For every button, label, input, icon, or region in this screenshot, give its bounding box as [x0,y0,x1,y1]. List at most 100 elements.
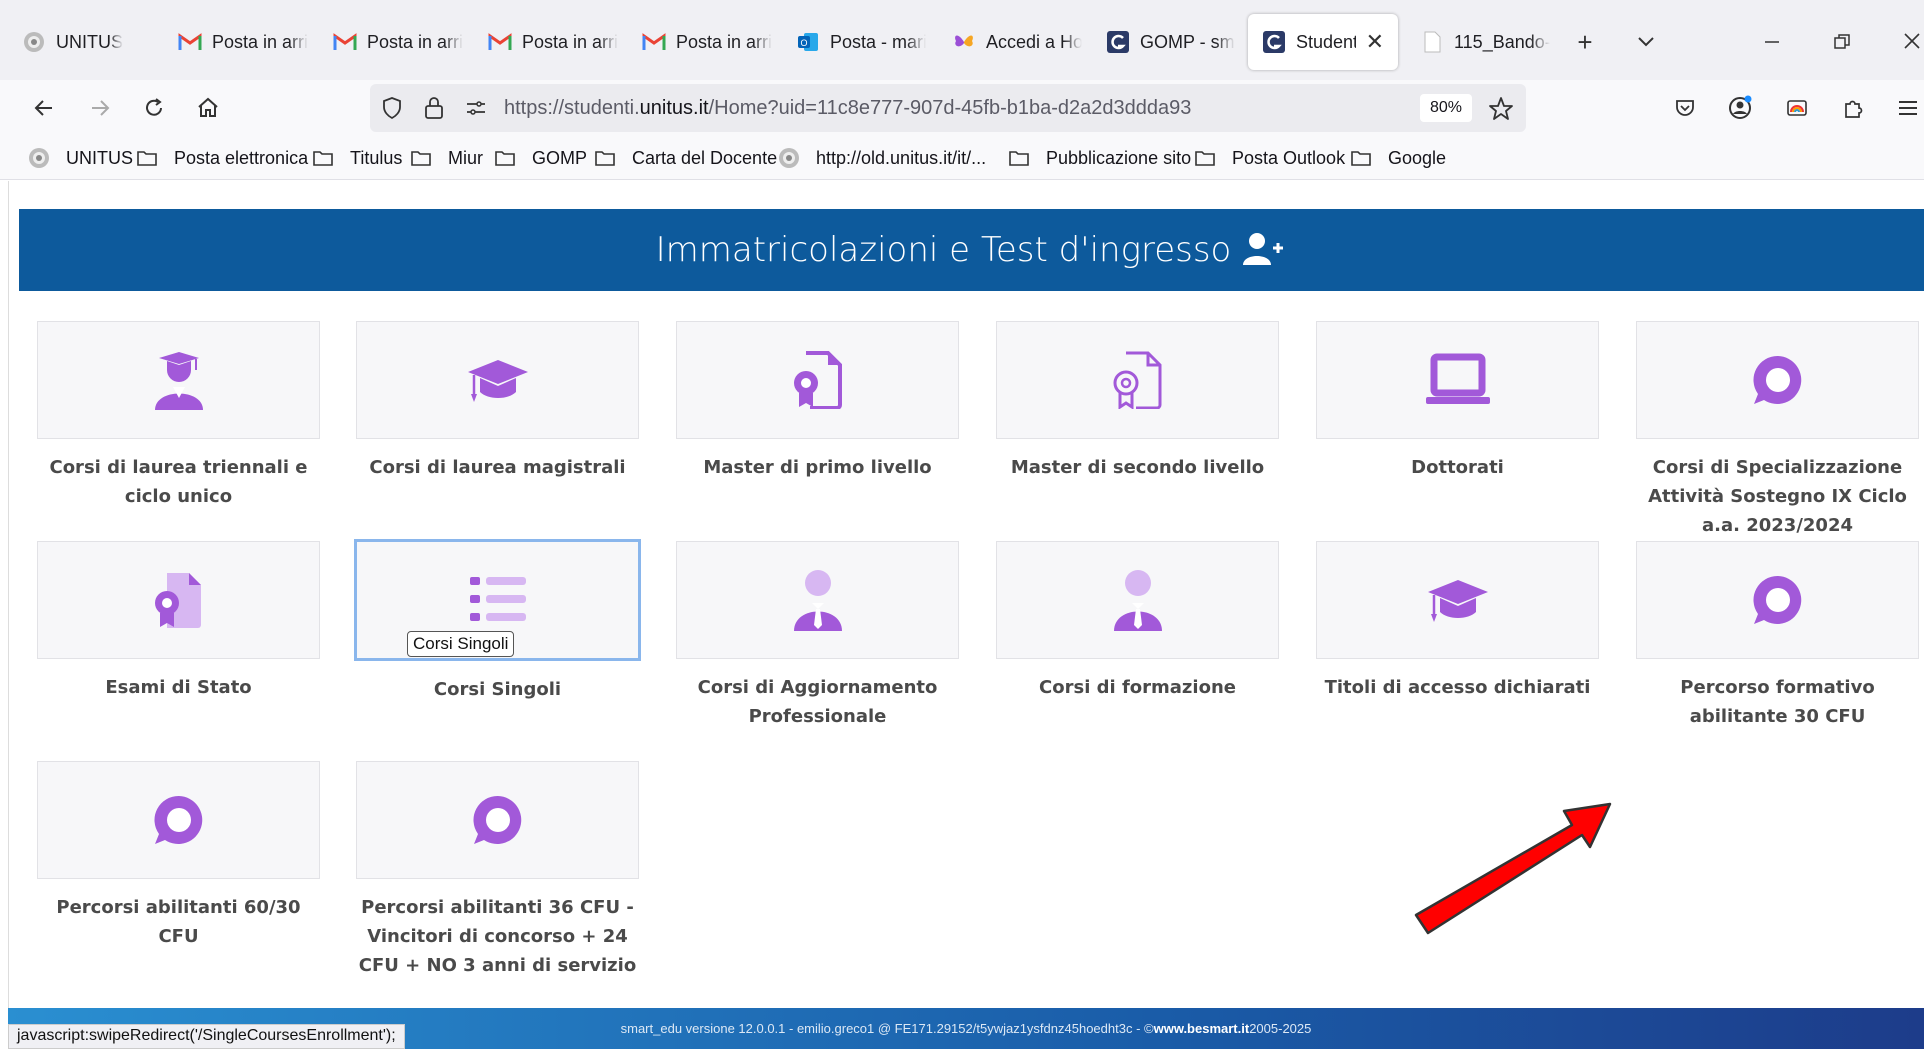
card-icon-tile[interactable] [1636,321,1919,439]
tab-4[interactable]: Posta in arri [488,14,618,70]
enrollment-card[interactable]: Corsi di laurea triennali e ciclo unico [37,321,320,511]
card-label[interactable]: Master di secondo livello [996,453,1279,482]
card-label[interactable]: Master di primo livello [676,453,959,482]
footer-years: 2005-2025 [1249,1021,1312,1036]
bookmark-item[interactable]: Posta elettronica [136,146,308,170]
bookmark-item[interactable]: Posta Outlook [1194,146,1345,170]
card-icon-tile[interactable] [37,541,320,659]
card-icon-tile[interactable] [996,321,1279,439]
shield-icon[interactable] [380,96,404,120]
tab-6[interactable]: O Posta - mari [796,14,926,70]
bookmark-item[interactable]: Miur [410,146,483,170]
restore-button[interactable] [1822,22,1862,62]
new-tab-button[interactable]: + [1565,22,1605,62]
enrollment-card[interactable]: Dottorati [1316,321,1599,482]
tab-8[interactable]: GOMP - sm [1106,14,1236,70]
zoom-level[interactable]: 80% [1420,94,1472,122]
graduation-cap-icon [1426,574,1490,626]
enrollment-card[interactable]: Corsi Singoli Corsi Singoli [354,539,641,704]
page-banner: Immatricolazioni e Test d'ingresso [19,209,1924,291]
bookmark-star-icon[interactable] [1488,96,1514,122]
bookmark-item[interactable]: GOMP [494,146,587,170]
enrollment-card[interactable]: Master di primo livello [676,321,959,482]
list-tabs-button[interactable] [1626,22,1666,62]
bookmark-item[interactable]: Pubblicazione sito [1008,146,1191,170]
forward-button[interactable] [80,88,120,128]
bookmark-item[interactable]: UNITUS [28,146,133,170]
permissions-icon[interactable] [464,96,488,120]
minimize-icon [1765,41,1779,43]
card-icon-tile[interactable] [676,321,959,439]
footer-link[interactable]: www.besmart.it [1154,1021,1250,1036]
enrollment-card[interactable]: Corsi di Specializzazione Attività Soste… [1636,321,1919,540]
home-button[interactable] [188,88,228,128]
card-icon-tile[interactable] [1316,321,1599,439]
close-icon [1904,33,1920,49]
enrollment-card[interactable]: Percorsi abilitanti 36 CFU - Vincitori d… [356,761,639,980]
close-tab-icon[interactable]: ✕ [1366,29,1384,55]
speech-bubble-icon [1750,352,1806,408]
url-bar[interactable]: https://studenti.unitus.it/Home?uid=11c8… [370,84,1526,132]
bookmark-item[interactable]: Carta del Docente [594,146,777,170]
speech-bubble-icon [1750,572,1806,628]
card-icon-tile[interactable] [37,761,320,879]
extension-button[interactable] [1777,88,1817,128]
folder-icon [494,149,524,167]
card-icon-tile[interactable] [676,541,959,659]
card-label[interactable]: Percorsi abilitanti 60/30 CFU [37,893,320,951]
enrollment-card[interactable]: Corsi di formazione [996,541,1279,702]
page-content: Immatricolazioni e Test d'ingresso Corsi… [0,181,1924,1008]
card-label[interactable]: Percorso formativo abilitante 30 CFU [1636,673,1919,731]
enrollment-card[interactable]: Percorsi abilitanti 60/30 CFU [37,761,320,951]
certificate-file-icon [792,351,844,409]
enrollment-card[interactable]: Percorso formativo abilitante 30 CFU [1636,541,1919,731]
card-label[interactable]: Esami di Stato [37,673,320,702]
tab-5[interactable]: Posta in arri [642,14,772,70]
card-label[interactable]: Corsi di Aggiornamento Professionale [676,673,959,731]
bookmark-item[interactable]: Titulus [312,146,402,170]
card-label[interactable]: Corsi di formazione [996,673,1279,702]
card-label[interactable]: Corsi di laurea magistrali [356,453,639,482]
lock-icon[interactable] [422,95,446,121]
bookmark-label: Posta elettronica [174,147,309,168]
card-icon-tile[interactable] [1316,541,1599,659]
card-label[interactable]: Corsi di laurea triennali e ciclo unico [37,453,320,511]
close-window-button[interactable] [1892,22,1924,62]
card-icon-tile[interactable] [996,541,1279,659]
red-annotation-arrow [1414,802,1612,935]
card-label[interactable]: Titoli di accesso dichiarati [1316,673,1599,702]
url-text[interactable]: https://studenti.unitus.it/Home?uid=11c8… [504,97,1191,120]
card-label[interactable]: Corsi Singoli [356,675,639,704]
enrollment-card[interactable]: Corsi di laurea magistrali [356,321,639,482]
tab-1[interactable]: UNITUS [22,14,152,70]
account-button[interactable] [1720,88,1760,128]
card-icon-tile[interactable]: Corsi Singoli [354,539,641,661]
enrollment-card[interactable]: Titoli di accesso dichiarati [1316,541,1599,702]
enrollment-card[interactable]: Master di secondo livello [996,321,1279,482]
list-icon [468,573,528,627]
enrollment-card[interactable]: Corsi di Aggiornamento Professionale [676,541,959,731]
card-icon-tile[interactable] [356,321,639,439]
bookmark-label: Titulus [350,147,403,168]
extensions-button[interactable] [1833,88,1873,128]
reload-icon [146,98,162,116]
tab-2[interactable]: Posta in arri [178,14,308,70]
tab-3[interactable]: Posta in arri [333,14,463,70]
minimize-button[interactable] [1752,22,1792,62]
menu-button[interactable] [1888,88,1924,128]
card-icon-tile[interactable] [356,761,639,879]
tab-7[interactable]: Accedi a Ho [952,14,1082,70]
card-label[interactable]: Dottorati [1316,453,1599,482]
bookmark-item[interactable]: http://old.unitus.it/it/... [778,146,986,170]
tab-9[interactable]: Studenti ✕ [1248,14,1398,70]
back-button[interactable] [24,88,64,128]
card-label[interactable]: Corsi di Specializzazione Attività Soste… [1636,453,1919,540]
card-icon-tile[interactable] [37,321,320,439]
bookmark-item[interactable]: Google [1350,146,1446,170]
reload-button[interactable] [134,88,174,128]
card-label[interactable]: Percorsi abilitanti 36 CFU - Vincitori d… [356,893,639,980]
enrollment-card[interactable]: Esami di Stato [37,541,320,702]
pocket-button[interactable] [1665,88,1705,128]
card-icon-tile[interactable] [1636,541,1919,659]
tab-10[interactable]: 115_Bando- [1420,14,1550,70]
